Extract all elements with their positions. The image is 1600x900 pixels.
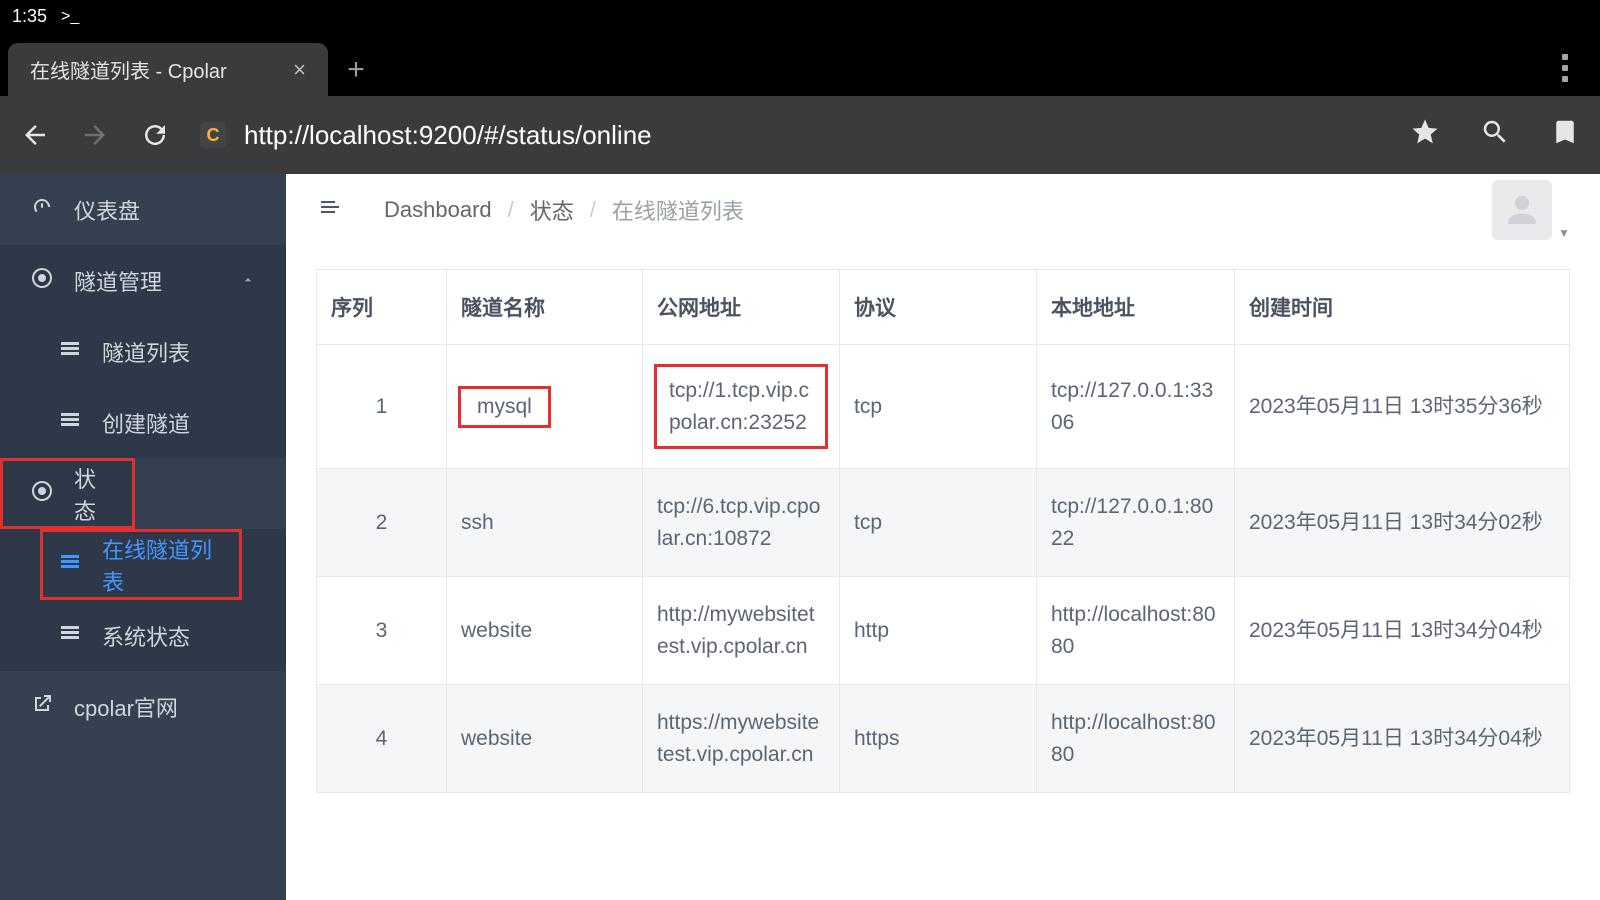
- sidebar-item-label: 隧道管理: [74, 265, 162, 297]
- th-created: 创建时间: [1235, 270, 1570, 345]
- th-name: 隧道名称: [447, 270, 643, 345]
- sidebar: 仪表盘 隧道管理 隧道列表 创建隧道 状态 在线隧道列表 系统状态: [0, 174, 286, 900]
- breadcrumb-current: 在线隧道列表: [612, 194, 744, 226]
- th-seq: 序列: [317, 270, 447, 345]
- url-input[interactable]: [244, 120, 1380, 151]
- cell-public: http://mywebsitetest.vip.cpolar.cn: [643, 577, 840, 685]
- browser-tab-active[interactable]: 在线隧道列表 - Cpolar ×: [8, 43, 328, 96]
- grid-icon: [58, 337, 82, 367]
- grid-icon: [58, 550, 82, 580]
- table-row: 1 mysql tcp://1.tcp.vip.cpolar.cn:23252 …: [317, 345, 1570, 469]
- table-row: 2 ssh tcp://6.tcp.vip.cpolar.cn:10872 tc…: [317, 469, 1570, 577]
- sidebar-item-cpolar-site[interactable]: cpolar官网: [0, 671, 286, 742]
- page-topbar: Dashboard / 状态 / 在线隧道列表 ▼: [286, 174, 1600, 245]
- breadcrumb: Dashboard / 状态 / 在线隧道列表: [384, 194, 744, 226]
- cell-created: 2023年05月11日 13时34分04秒: [1235, 685, 1570, 793]
- close-icon[interactable]: ×: [293, 57, 306, 83]
- os-status-bar: 1:35 >_: [0, 0, 1600, 33]
- sidebar-item-label: 仪表盘: [74, 194, 140, 226]
- breadcrumb-root[interactable]: Dashboard: [384, 197, 492, 223]
- cell-proto: https: [840, 685, 1037, 793]
- sidebar-item-label: 在线隧道列表: [102, 533, 212, 597]
- reload-button[interactable]: [140, 120, 170, 150]
- sidebar-item-online-tunnels[interactable]: 在线隧道列表: [40, 529, 242, 600]
- cell-local: tcp://127.0.0.1:8022: [1037, 469, 1235, 577]
- target-icon: [30, 479, 54, 509]
- cell-seq: 2: [317, 469, 447, 577]
- target-icon: [30, 266, 54, 296]
- breadcrumb-status[interactable]: 状态: [530, 194, 574, 226]
- table-header-row: 序列 隧道名称 公网地址 协议 本地地址 创建时间: [317, 270, 1570, 345]
- cell-created: 2023年05月11日 13时34分02秒: [1235, 469, 1570, 577]
- cell-local: tcp://127.0.0.1:3306: [1037, 345, 1235, 469]
- chevron-up-icon: [240, 268, 256, 294]
- menu-toggle-icon[interactable]: [316, 195, 344, 224]
- cell-proto: tcp: [840, 469, 1037, 577]
- cell-public: tcp://6.tcp.vip.cpolar.cn:10872: [643, 469, 840, 577]
- sidebar-item-status[interactable]: 状态: [0, 458, 135, 529]
- cell-proto: tcp: [840, 345, 1037, 469]
- sidebar-item-label: 系统状态: [102, 620, 190, 652]
- chevron-down-icon[interactable]: ▼: [1558, 226, 1570, 240]
- sidebar-item-label: cpolar官网: [74, 691, 178, 723]
- cell-public: https://mywebsitetest.vip.cpolar.cn: [643, 685, 840, 793]
- forward-button[interactable]: [80, 120, 110, 150]
- th-proto: 协议: [840, 270, 1037, 345]
- cell-local: http://localhost:8080: [1037, 685, 1235, 793]
- sidebar-item-label: 创建隧道: [102, 407, 190, 439]
- grid-icon: [58, 408, 82, 438]
- cell-seq: 3: [317, 577, 447, 685]
- address-bar[interactable]: C: [200, 120, 1380, 151]
- browser-menu-button[interactable]: [1538, 40, 1592, 96]
- cell-proto: http: [840, 577, 1037, 685]
- site-icon: C: [200, 122, 226, 148]
- sidebar-item-create-tunnel[interactable]: 创建隧道: [0, 387, 286, 458]
- cell-name: mysql: [447, 345, 643, 469]
- browser-tabstrip: 在线隧道列表 - Cpolar × +: [0, 33, 1600, 96]
- th-local: 本地地址: [1037, 270, 1235, 345]
- grid-icon: [58, 621, 82, 651]
- cell-name: website: [447, 685, 643, 793]
- back-button[interactable]: [20, 120, 50, 150]
- sidebar-item-system-status[interactable]: 系统状态: [0, 600, 286, 671]
- cell-name: ssh: [447, 469, 643, 577]
- sidebar-item-label: 隧道列表: [102, 336, 190, 368]
- bookmark-star-icon[interactable]: [1410, 117, 1440, 153]
- browser-tab-title: 在线隧道列表 - Cpolar: [30, 55, 227, 84]
- tunnel-table: 序列 隧道名称 公网地址 协议 本地地址 创建时间 1 mysql tcp://…: [316, 269, 1570, 793]
- sidebar-item-tunnel-mgmt[interactable]: 隧道管理: [0, 245, 286, 316]
- cell-name: website: [447, 577, 643, 685]
- cell-created: 2023年05月11日 13时35分36秒: [1235, 345, 1570, 469]
- search-icon[interactable]: [1480, 117, 1510, 153]
- terminal-icon: >_: [61, 8, 79, 26]
- sidebar-item-label: 状态: [74, 462, 105, 526]
- bookmark-icon[interactable]: [1550, 117, 1580, 153]
- external-link-icon: [30, 692, 54, 722]
- table-row: 3 website http://mywebsitetest.vip.cpola…: [317, 577, 1570, 685]
- os-clock: 1:35: [12, 6, 47, 27]
- cell-local: http://localhost:8080: [1037, 577, 1235, 685]
- main-content: Dashboard / 状态 / 在线隧道列表 ▼ 序列 隧道名称 公网: [286, 174, 1600, 900]
- new-tab-button[interactable]: +: [328, 43, 384, 96]
- cell-public: tcp://1.tcp.vip.cpolar.cn:23252: [643, 345, 840, 469]
- avatar[interactable]: [1492, 180, 1552, 240]
- th-public: 公网地址: [643, 270, 840, 345]
- cell-seq: 4: [317, 685, 447, 793]
- table-row: 4 website https://mywebsitetest.vip.cpol…: [317, 685, 1570, 793]
- sidebar-item-dashboard[interactable]: 仪表盘: [0, 174, 286, 245]
- browser-toolbar: C: [0, 96, 1600, 174]
- gauge-icon: [30, 195, 54, 225]
- sidebar-item-tunnel-list[interactable]: 隧道列表: [0, 316, 286, 387]
- cell-seq: 1: [317, 345, 447, 469]
- cell-created: 2023年05月11日 13时34分04秒: [1235, 577, 1570, 685]
